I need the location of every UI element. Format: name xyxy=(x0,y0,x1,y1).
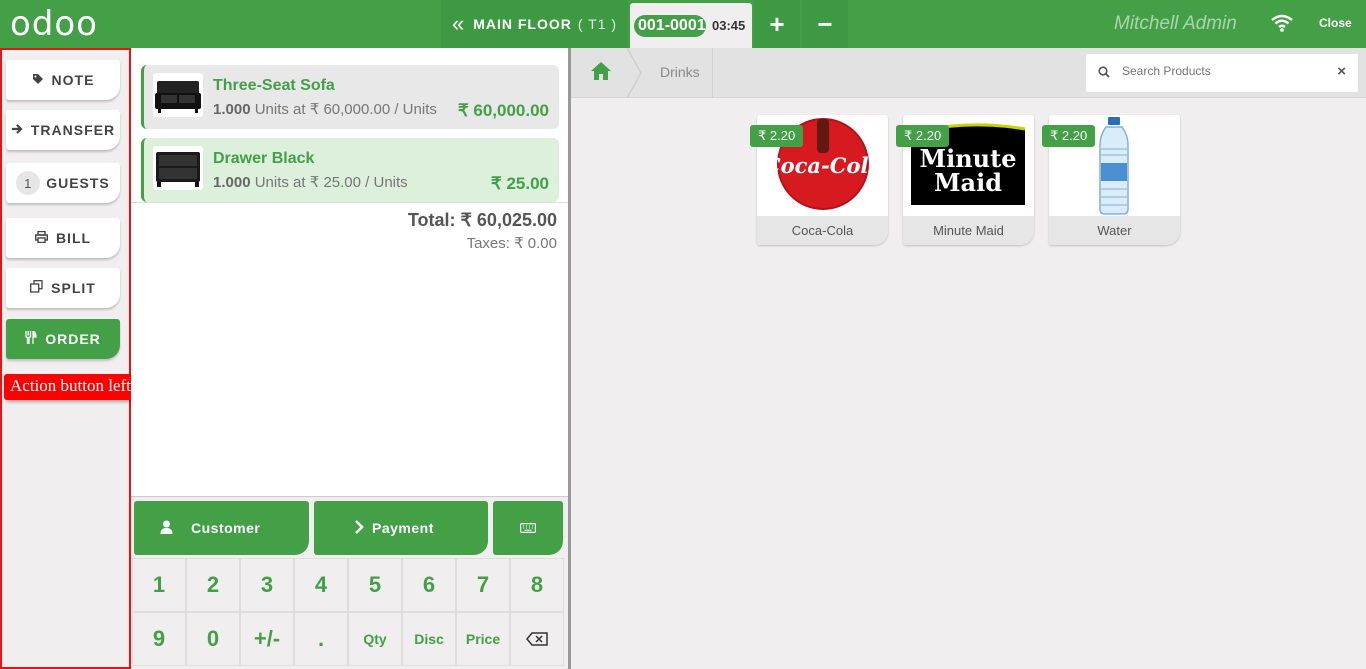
product-price-tag: ₹ 2.20 xyxy=(1042,125,1096,147)
search-icon xyxy=(1098,65,1110,83)
numpad-key-plus-minus[interactable]: +/- xyxy=(240,612,294,666)
note-button[interactable]: NOTE xyxy=(6,60,120,100)
note-label: NOTE xyxy=(51,72,95,88)
print-icon xyxy=(34,230,48,246)
numpad-mode-disc[interactable]: Disc xyxy=(402,612,456,666)
clear-search-icon[interactable]: × xyxy=(1337,63,1346,80)
numpad-mode-price[interactable]: Price xyxy=(456,612,510,666)
product-info: 1.000 Units at ₹ 60,000.00 / Units xyxy=(213,100,437,118)
order-label: ORDER xyxy=(45,331,101,347)
customer-button[interactable]: Customer xyxy=(134,501,309,555)
split-label: SPLIT xyxy=(51,280,96,296)
product-name: Drawer Black xyxy=(213,150,315,167)
product-name: Water xyxy=(1049,216,1180,245)
breadcrumb-category[interactable]: Drinks xyxy=(660,64,700,80)
odoo-logo: odoo xyxy=(10,4,98,44)
search-box: × xyxy=(1086,54,1358,92)
product-name: Minute Maid xyxy=(903,216,1034,245)
order-total: Total: ₹ 60,025.00 xyxy=(407,210,557,230)
home-icon xyxy=(590,61,612,86)
order-taxes: Taxes: ₹ 0.00 xyxy=(466,235,557,252)
split-button[interactable]: SPLIT xyxy=(6,268,120,308)
backspace-icon xyxy=(526,626,548,652)
control-pad: Customer Payment 1 2 3 4 5 6 7 8 9 0 +/-… xyxy=(131,496,568,669)
order-number: 001-0001 xyxy=(634,14,706,37)
svg-text:Maid: Maid xyxy=(934,168,1002,197)
bill-label: BILL xyxy=(55,230,92,246)
drawer-thumbnail xyxy=(153,146,203,190)
arrow-right-icon xyxy=(11,122,23,138)
numpad-key-6[interactable]: 6 xyxy=(402,558,456,612)
numpad-key-8[interactable]: 8 xyxy=(510,558,564,612)
numpad-backspace[interactable] xyxy=(510,612,564,666)
product-price-tag: ₹ 2.20 xyxy=(896,125,950,147)
divider xyxy=(131,202,568,203)
table-label: ( T1 ) xyxy=(577,16,618,32)
top-bar: odoo « MAIN FLOOR ( T1 ) 001-0001 03:45 … xyxy=(0,0,1366,48)
numpad-mode-qty[interactable]: Qty xyxy=(348,612,402,666)
close-button[interactable]: Close xyxy=(1319,16,1352,30)
breadcrumb-end-divider xyxy=(712,48,713,98)
transfer-label: TRANSFER xyxy=(30,122,116,138)
numpad-key-3[interactable]: 3 xyxy=(240,558,294,612)
order-line-selected[interactable]: Drawer Black 1.000 Units at ₹ 25.00 / Un… xyxy=(141,138,559,202)
cutlery-icon xyxy=(25,330,37,347)
floor-label: MAIN FLOOR xyxy=(473,16,572,32)
guests-button[interactable]: 1 GUESTS xyxy=(6,163,120,203)
floor-selector[interactable]: « MAIN FLOOR ( T1 ) xyxy=(441,0,628,48)
copy-icon xyxy=(30,280,43,296)
numpad-key-dot[interactable]: . xyxy=(294,612,348,666)
sofa-thumbnail xyxy=(153,73,203,117)
order-time: 03:45 xyxy=(712,18,746,33)
search-input[interactable] xyxy=(1122,64,1322,78)
keyboard-button[interactable] xyxy=(493,501,563,555)
home-button[interactable] xyxy=(571,48,631,98)
transfer-button[interactable]: TRANSFER xyxy=(6,110,120,150)
chevron-right-icon xyxy=(354,519,364,537)
order-tab[interactable]: 001-0001 03:45 xyxy=(630,3,752,48)
double-chevron-left-icon: « xyxy=(451,11,466,36)
user-icon xyxy=(160,520,173,537)
pane-divider xyxy=(568,48,571,669)
numpad-key-2[interactable]: 2 xyxy=(186,558,240,612)
order-pane: Three-Seat Sofa 1.000 Units at ₹ 60,000.… xyxy=(131,48,568,496)
tag-icon xyxy=(32,72,44,88)
numpad-key-5[interactable]: 5 xyxy=(348,558,402,612)
payment-label: Payment xyxy=(372,520,434,536)
product-unit-info: Units at ₹ 60,000.00 / Units xyxy=(254,101,437,118)
add-order-button[interactable]: + xyxy=(754,0,800,48)
remove-order-button[interactable]: − xyxy=(802,0,848,48)
product-name: Coca-Cola xyxy=(757,216,888,245)
product-price: ₹ 25.00 xyxy=(490,174,549,193)
product-price-tag: ₹ 2.20 xyxy=(750,125,804,147)
guests-label: GUESTS xyxy=(46,175,110,191)
numpad-key-0[interactable]: 0 xyxy=(186,612,240,666)
product-price: ₹ 60,000.00 xyxy=(457,101,549,120)
bill-button[interactable]: BILL xyxy=(6,218,120,258)
breadcrumb-separator xyxy=(626,48,642,98)
product-qty: 1.000 xyxy=(213,101,251,118)
user-name: Mitchell Admin xyxy=(1114,13,1237,34)
numpad-key-4[interactable]: 4 xyxy=(294,558,348,612)
product-qty: 1.000 xyxy=(213,174,251,191)
order-button[interactable]: ORDER xyxy=(6,319,120,359)
customer-label: Customer xyxy=(191,520,261,536)
wifi-icon xyxy=(1270,13,1294,38)
numpad-key-1[interactable]: 1 xyxy=(132,558,186,612)
product-unit-info: Units at ₹ 25.00 / Units xyxy=(254,174,408,191)
keyboard-icon xyxy=(520,520,537,536)
numpad-key-9[interactable]: 9 xyxy=(132,612,186,666)
product-info: 1.000 Units at ₹ 25.00 / Units xyxy=(213,173,408,191)
breadcrumb: Drinks × xyxy=(571,48,1366,98)
payment-button[interactable]: Payment xyxy=(314,501,488,555)
order-line[interactable]: Three-Seat Sofa 1.000 Units at ₹ 60,000.… xyxy=(141,65,559,129)
svg-text:Coca-Cola: Coca-Cola xyxy=(764,153,882,178)
product-name: Three-Seat Sofa xyxy=(213,77,335,94)
numpad-key-7[interactable]: 7 xyxy=(456,558,510,612)
guests-count: 1 xyxy=(16,171,41,195)
